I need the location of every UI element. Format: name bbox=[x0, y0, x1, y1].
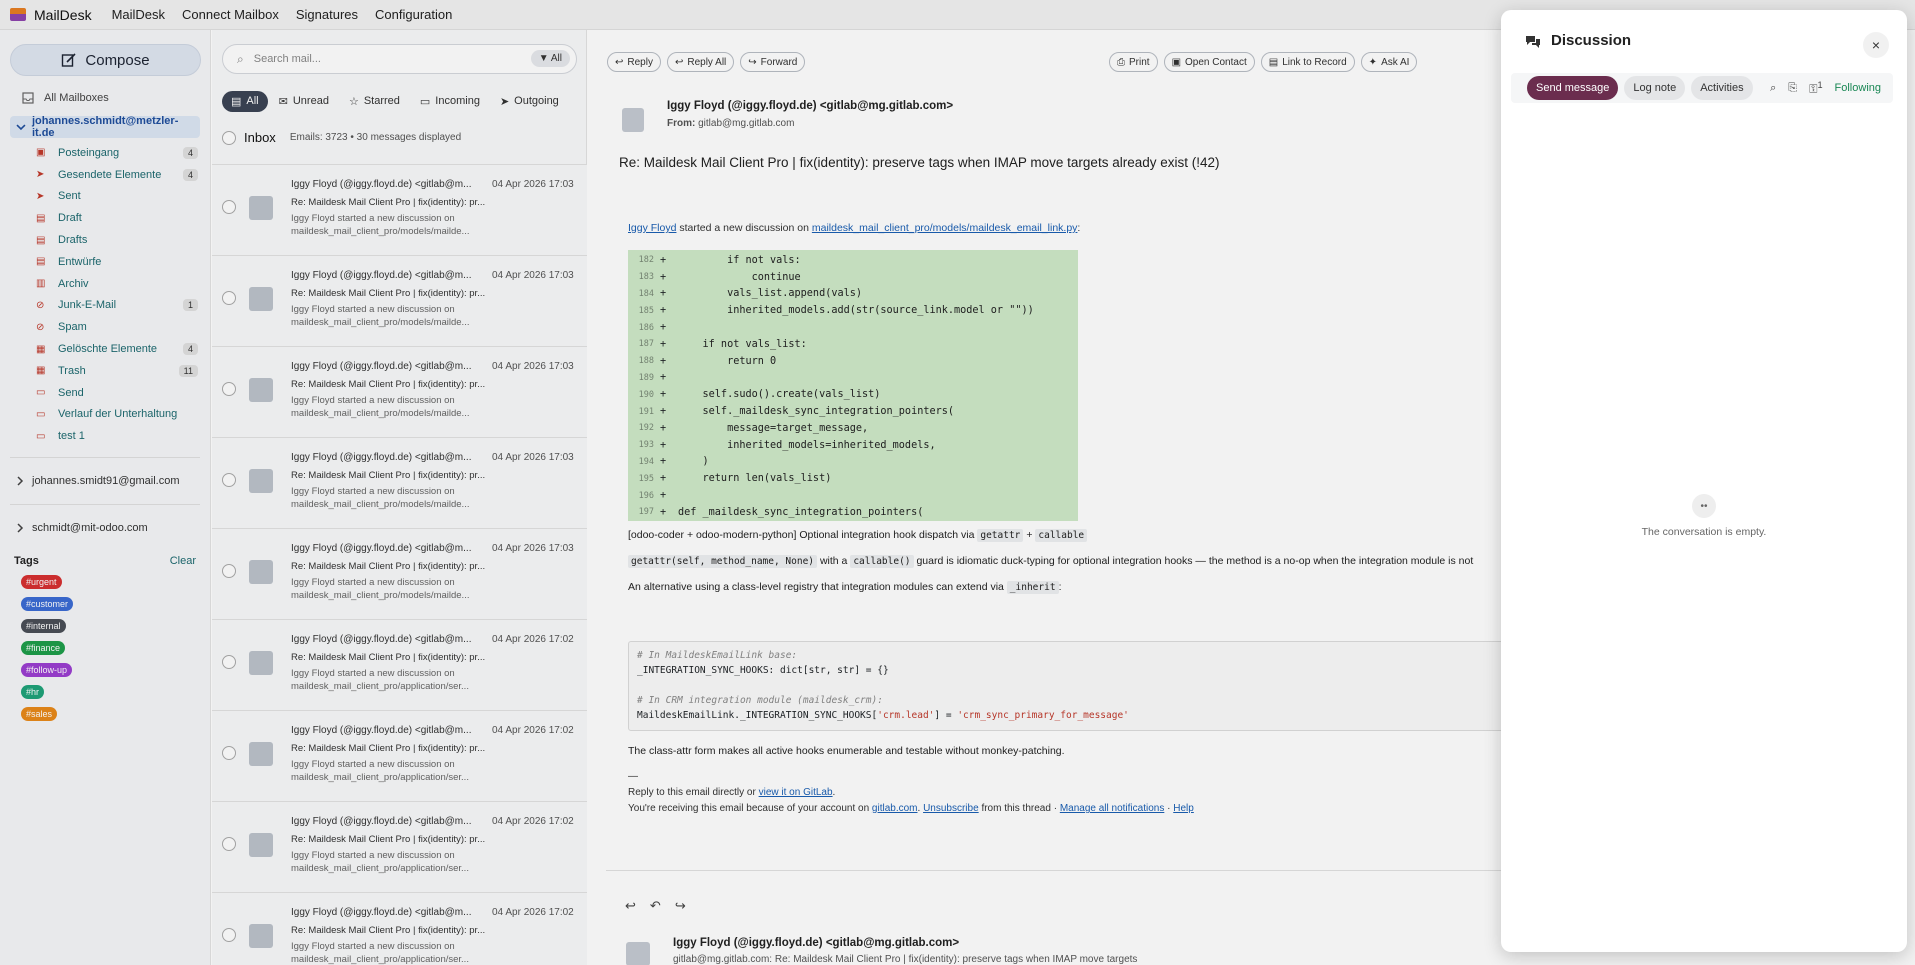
close-button[interactable]: × bbox=[1863, 32, 1889, 58]
eyes-icon: •• bbox=[1692, 494, 1716, 518]
send-message-button[interactable]: Send message bbox=[1527, 76, 1619, 100]
search-icon[interactable]: ⌕ bbox=[1770, 82, 1776, 95]
log-note-button[interactable]: Log note bbox=[1624, 76, 1686, 100]
following-button[interactable]: Following bbox=[1835, 82, 1881, 94]
discussion-title: Discussion bbox=[1551, 32, 1632, 49]
discussion-header: Discussion bbox=[1525, 32, 1631, 49]
empty-state: •• The conversation is empty. bbox=[1501, 494, 1907, 538]
chatter-toolbar: Send message Log note Activities ⌕ ⎘ ⚿1 … bbox=[1511, 73, 1893, 103]
comments-icon bbox=[1526, 35, 1540, 48]
close-icon: × bbox=[1871, 37, 1881, 53]
followers-count: 1 bbox=[1817, 79, 1823, 90]
chatter-tools: ⌕ ⎘ ⚿1 Following bbox=[1770, 80, 1893, 97]
discussion-panel: Discussion × Send message Log note Activ… bbox=[1501, 10, 1907, 952]
activities-button[interactable]: Activities bbox=[1691, 76, 1753, 100]
paperclip-icon[interactable]: ⎘ bbox=[1788, 82, 1797, 95]
followers-button[interactable]: ⚿1 bbox=[1809, 80, 1822, 97]
empty-text: The conversation is empty. bbox=[1641, 526, 1767, 538]
